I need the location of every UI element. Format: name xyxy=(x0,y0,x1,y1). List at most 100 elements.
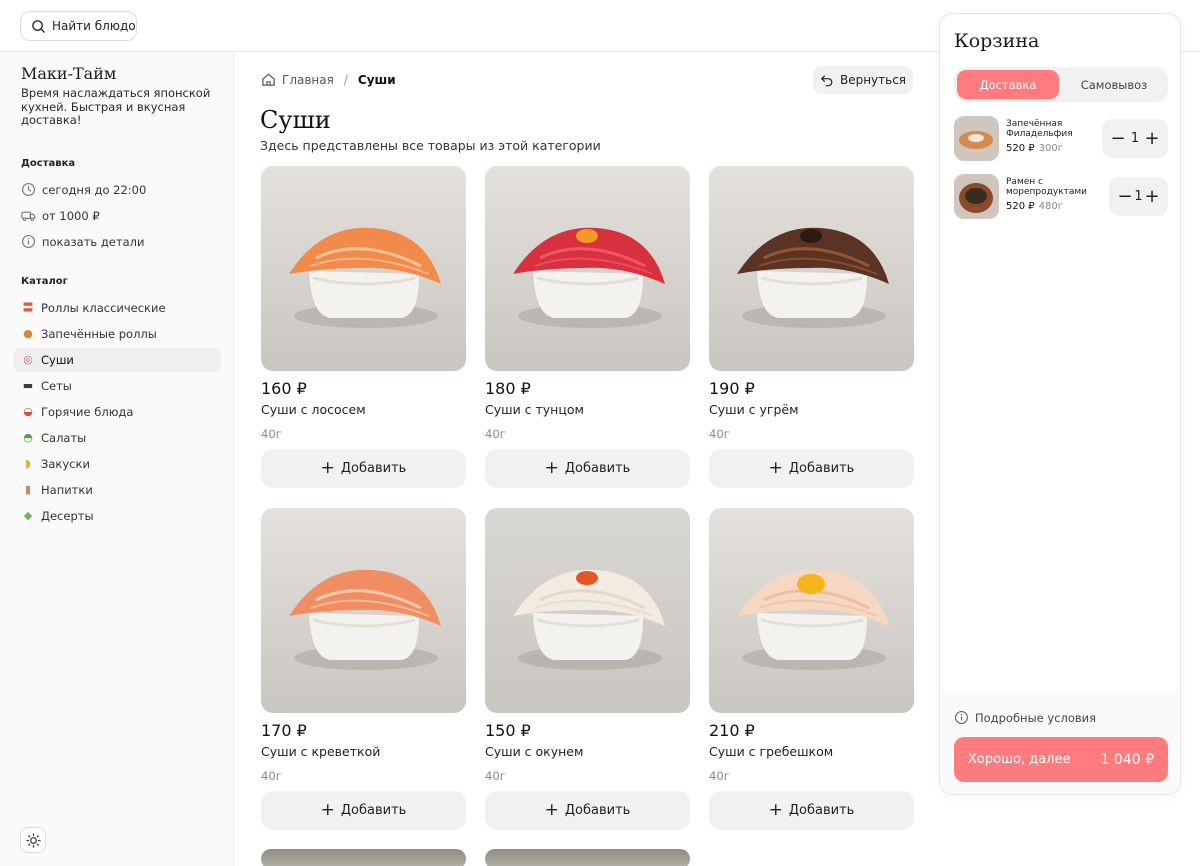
product-name: Суши с лососем xyxy=(261,402,366,417)
sidebar-category-item[interactable]: ◒ Горячие блюда xyxy=(13,400,221,424)
sushi-icon: ◎ xyxy=(23,353,33,366)
product-image[interactable] xyxy=(485,849,690,866)
product-name: Суши с креветкой xyxy=(261,744,381,759)
cart-item-thumbnail xyxy=(954,174,999,219)
rolls-icon: 〓 xyxy=(22,301,34,314)
quantity-value: 1 xyxy=(1130,131,1140,146)
product-card: 160 ₽ Суши с лососем 40г + Добавить xyxy=(261,166,466,488)
product-image[interactable] xyxy=(261,508,466,713)
product-card: 180 ₽ Суши с тунцом 40г + Добавить xyxy=(485,166,690,488)
product-price: 190 ₽ xyxy=(709,379,755,398)
product-price: 170 ₽ xyxy=(261,721,307,740)
product-image[interactable] xyxy=(485,166,690,371)
product-image[interactable] xyxy=(709,508,914,713)
add-to-cart-button[interactable]: + Добавить xyxy=(261,791,466,830)
sidebar-category-item[interactable]: ◆ Десерты xyxy=(13,504,221,528)
sidebar-category-label: Закуски xyxy=(41,457,90,471)
sidebar-category-item[interactable]: ● Запечённые роллы xyxy=(13,322,221,346)
mode-delivery-tab[interactable]: Доставка xyxy=(957,70,1059,99)
delivery-minimum: от 1000 ₽ xyxy=(21,208,100,223)
increase-quantity-button[interactable]: + xyxy=(1144,186,1160,207)
delivery-details-link[interactable]: показать детали xyxy=(21,234,144,249)
terms-link[interactable]: Подробные условия xyxy=(954,710,1096,725)
product-card xyxy=(261,849,466,866)
quantity-value: 1 xyxy=(1134,189,1143,204)
page-subtitle: Здесь представлены все товары из этой ка… xyxy=(260,138,601,153)
breadcrumb-home[interactable]: Главная xyxy=(282,73,334,87)
sidebar-category-item[interactable]: ◎ Суши xyxy=(13,348,221,372)
cart-item-price: 520 ₽300г xyxy=(1006,143,1063,154)
info-icon xyxy=(22,235,35,248)
add-to-cart-button[interactable]: + Добавить xyxy=(709,449,914,488)
search-button[interactable]: Найти блюдо xyxy=(20,11,137,41)
decrease-quantity-button[interactable]: − xyxy=(1110,128,1126,149)
product-image[interactable] xyxy=(709,166,914,371)
cart-item-weight: 300г xyxy=(1038,143,1063,154)
cart-footer: Подробные условия Хорошо, далее 1 040 ₽ xyxy=(940,694,1180,794)
product-card: 150 ₽ Суши с окунем 40г + Добавить xyxy=(485,508,690,830)
sidebar-category-label: Роллы классические xyxy=(41,301,166,315)
product-weight: 40г xyxy=(485,427,506,441)
home-icon xyxy=(262,73,275,86)
add-button-label: Добавить xyxy=(340,461,407,476)
product-image[interactable] xyxy=(485,508,690,713)
product-name: Суши с тунцом xyxy=(485,402,584,417)
clock-icon xyxy=(22,183,35,196)
brand-tagline: Время наслаждаться японской кухней. Быст… xyxy=(21,86,211,127)
increase-quantity-button[interactable]: + xyxy=(1144,128,1160,149)
sidebar-category-item[interactable]: ▮ Напитки xyxy=(13,478,221,502)
product-weight: 40г xyxy=(709,769,730,783)
plus-icon: + xyxy=(320,458,335,478)
search-label: Найти блюдо xyxy=(52,19,136,33)
cart-item-price-value: 520 ₽ xyxy=(1006,201,1035,212)
sidebar-category-label: Горячие блюда xyxy=(41,405,134,419)
truck-icon xyxy=(21,211,36,221)
baked-rolls-icon: ● xyxy=(23,327,33,340)
add-to-cart-button[interactable]: + Добавить xyxy=(485,449,690,488)
hot-bowl-icon: ◒ xyxy=(23,405,33,418)
sidebar-category-item[interactable]: ▬ Сеты xyxy=(13,374,221,398)
cart-total: 1 040 ₽ xyxy=(1100,751,1154,768)
dessert-icon: ◆ xyxy=(23,509,33,522)
product-card: 210 ₽ Суши с гребешком 40г + Добавить xyxy=(709,508,914,830)
add-button-label: Добавить xyxy=(340,803,407,818)
product-image[interactable] xyxy=(261,849,466,866)
product-image[interactable] xyxy=(261,166,466,371)
sidebar-category-label: Салаты xyxy=(41,431,87,445)
checkout-button[interactable]: Хорошо, далее 1 040 ₽ xyxy=(954,737,1168,782)
sidebar-category-label: Сеты xyxy=(41,379,72,393)
product-weight: 40г xyxy=(261,427,282,441)
product-weight: 40г xyxy=(261,769,282,783)
quantity-stepper: − 1 + xyxy=(1109,177,1168,216)
undo-arrow-icon xyxy=(821,75,833,87)
delivery-time-text: сегодня до 22:00 xyxy=(42,182,147,197)
sun-icon xyxy=(25,832,41,848)
add-button-label: Добавить xyxy=(564,803,631,818)
sidebar-category-item[interactable]: ◓ Салаты xyxy=(13,426,221,450)
plus-icon: + xyxy=(544,800,559,820)
brand-name: Маки-Тайм xyxy=(21,64,117,83)
back-button[interactable]: Вернуться xyxy=(813,66,913,94)
product-name: Суши с угрём xyxy=(709,402,799,417)
delivery-minimum-text: от 1000 ₽ xyxy=(42,208,100,223)
mode-pickup-tab[interactable]: Самовывоз xyxy=(1063,70,1165,99)
plus-icon: + xyxy=(544,458,559,478)
drink-icon: ▮ xyxy=(24,483,32,496)
sidebar-category-item[interactable]: ◗ Закуски xyxy=(13,452,221,476)
quantity-stepper: − 1 + xyxy=(1102,119,1168,158)
theme-toggle-button[interactable] xyxy=(20,827,46,853)
delivery-mode-switch: Доставка Самовывоз xyxy=(954,67,1168,102)
cart-title: Корзина xyxy=(954,30,1040,52)
product-card xyxy=(485,849,690,866)
decrease-quantity-button[interactable]: − xyxy=(1117,186,1133,207)
sidebar: Маки-Тайм Время наслаждаться японской ку… xyxy=(0,52,234,866)
add-button-label: Добавить xyxy=(564,461,631,476)
app-root: Найти блюдо Маки-Тайм Время наслаждаться… xyxy=(0,0,1200,866)
sets-icon: ▬ xyxy=(22,379,34,392)
add-to-cart-button[interactable]: + Добавить xyxy=(261,449,466,488)
add-to-cart-button[interactable]: + Добавить xyxy=(485,791,690,830)
add-to-cart-button[interactable]: + Добавить xyxy=(709,791,914,830)
sidebar-category-item[interactable]: 〓 Роллы классические xyxy=(13,296,221,320)
terms-label: Подробные условия xyxy=(975,710,1097,725)
back-button-label: Вернуться xyxy=(839,73,907,87)
